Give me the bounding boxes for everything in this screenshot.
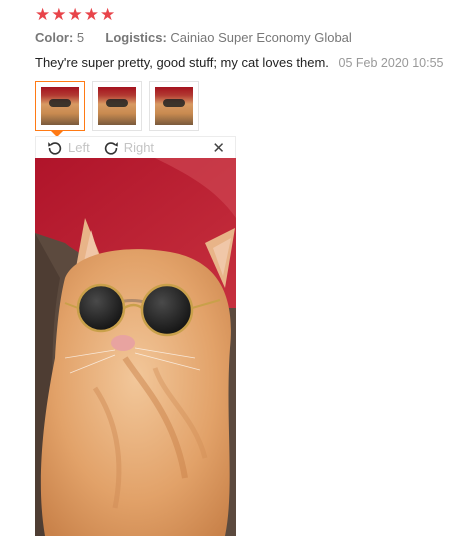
logistics-value: Cainiao Super Economy Global <box>170 30 352 45</box>
review-meta: Color: 5 Logistics: Cainiao Super Econom… <box>35 30 352 45</box>
photo-thumbnail-1[interactable] <box>35 81 85 131</box>
thumbnail-image <box>98 87 136 125</box>
viewer-toolbar: Left Right ✕ <box>35 136 236 158</box>
rotate-right-label: Right <box>123 140 155 155</box>
rotate-left-icon <box>48 141 62 155</box>
photo-viewer: Left Right ✕ <box>35 136 236 536</box>
logistics-label: Logistics: <box>105 30 167 45</box>
rotate-left-button[interactable]: Left <box>46 139 90 157</box>
rating-stars: ★ ★ ★ ★ ★ <box>35 7 115 24</box>
photo-thumbnail-3[interactable] <box>149 81 199 131</box>
review-photo <box>35 158 236 536</box>
star-icon: ★ <box>83 5 99 25</box>
star-icon: ★ <box>67 5 83 25</box>
photo-thumbnails <box>35 81 199 131</box>
review-text: They're super pretty, good stuff; my cat… <box>35 55 329 70</box>
star-icon: ★ <box>35 5 51 25</box>
photo-thumbnail-2[interactable] <box>92 81 142 131</box>
rotate-right-button[interactable]: Right <box>102 139 154 157</box>
thumbnail-image <box>155 87 193 125</box>
thumbnail-image <box>41 87 79 125</box>
color-value: 5 <box>76 30 85 45</box>
review-date: 05 Feb 2020 10:55 <box>338 56 444 70</box>
review-body: They're super pretty, good stuff; my cat… <box>35 55 444 70</box>
color-label: Color: <box>35 30 74 45</box>
rotate-left-label: Left <box>68 140 90 155</box>
close-icon[interactable]: ✕ <box>212 139 225 157</box>
star-icon: ★ <box>100 5 116 25</box>
rotate-right-icon <box>104 141 118 155</box>
star-icon: ★ <box>51 5 67 25</box>
